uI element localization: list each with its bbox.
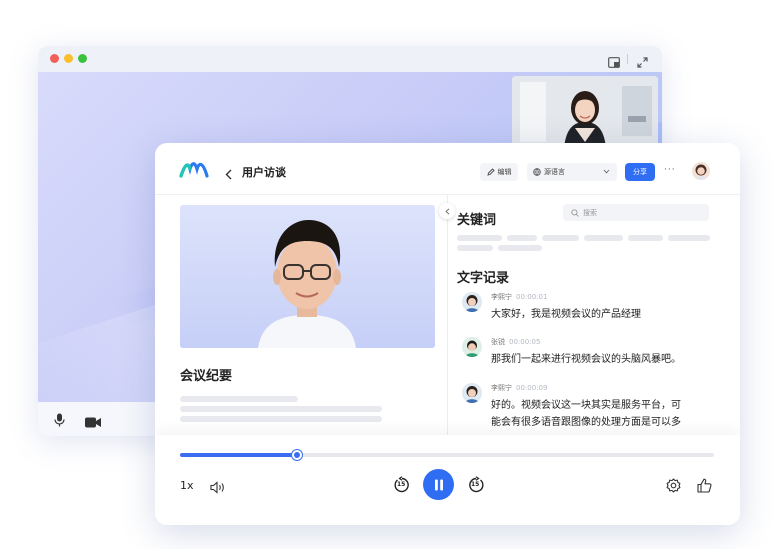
keyword-chip: [628, 235, 663, 241]
share-button[interactable]: 分享: [625, 163, 655, 181]
progress-handle[interactable]: [292, 450, 303, 460]
back-chevron-icon[interactable]: [225, 165, 232, 184]
stage: 用户访谈 编辑 源语言 分享 ··· 会议纪要 关键词 搜索 文字记录 李熙宁 …: [0, 0, 779, 549]
transcript-line: 好的。视频会议这一块其实是服务平台，可: [491, 400, 681, 411]
transcript-line: 那我们一起来进行视频会议的头脑风暴吧。: [491, 354, 681, 365]
playback-speed-button[interactable]: 1x: [180, 479, 194, 492]
participant-avatar-image: [512, 76, 658, 148]
speaker-name: 张锐 00:00:05: [491, 337, 540, 347]
participant-video-thumbnail[interactable]: [512, 76, 658, 148]
window-header: 用户访谈 编辑 源语言 分享 ···: [155, 143, 740, 195]
share-button-label: 分享: [633, 168, 647, 176]
separator: [627, 54, 628, 64]
transcript-window: 用户访谈 编辑 源语言 分享 ··· 会议纪要 关键词 搜索 文字记录 李熙宁 …: [155, 143, 740, 525]
keyword-chip: [507, 235, 537, 241]
keywords-title: 关键词: [457, 213, 497, 228]
keyword-chip: [457, 245, 493, 251]
speaker-name: 李熙宁 00:00:01: [491, 292, 547, 302]
progress-fill: [180, 453, 298, 457]
keyword-chip: [668, 235, 710, 241]
more-options-icon[interactable]: ···: [664, 165, 676, 175]
keyword-chip: [584, 235, 623, 241]
rewind-seconds: 15: [397, 481, 406, 488]
maximize-window-dot[interactable]: [78, 54, 87, 63]
forward-seconds: 15: [471, 481, 480, 488]
keyword-chip: [542, 235, 579, 241]
search-input[interactable]: 搜索: [563, 204, 709, 221]
playback-bar: 1x 15 15: [155, 435, 740, 525]
search-icon: [571, 208, 579, 217]
speaker-video[interactable]: [180, 205, 435, 348]
globe-icon: [533, 168, 541, 176]
speaker-name: 李熙宁 00:00:09: [491, 383, 547, 393]
minutes-title: 会议纪要: [180, 369, 233, 384]
language-select[interactable]: 源语言: [527, 163, 617, 181]
layout-icon[interactable]: [608, 53, 620, 68]
placeholder-line: [180, 396, 298, 402]
volume-icon[interactable]: [210, 479, 226, 498]
right-panel: 关键词 搜索 文字记录 李熙宁 00:00:01 大家好，我是视频会议的产品经理: [448, 195, 740, 435]
thumbs-up-icon[interactable]: [697, 478, 712, 497]
transcript-line: 大家好，我是视频会议的产品经理: [491, 309, 641, 320]
speaker-name-text: 李熙宁: [491, 384, 512, 392]
transcript-line: 能会有很多语音跟图像的处理方面是可以多: [491, 417, 681, 428]
speaker-avatar: [462, 292, 482, 312]
edit-button[interactable]: 编辑: [480, 163, 518, 181]
left-panel: 会议纪要: [155, 195, 447, 435]
settings-gear-icon[interactable]: [666, 478, 681, 497]
progress-track[interactable]: [180, 450, 714, 460]
close-window-dot[interactable]: [50, 54, 59, 63]
edit-button-label: 编辑: [497, 168, 512, 176]
search-placeholder: 搜索: [583, 208, 597, 217]
placeholder-line: [180, 406, 382, 412]
language-select-value: 源语言: [544, 168, 565, 176]
app-logo-icon: [179, 160, 209, 182]
speaker-name-text: 张锐: [491, 338, 505, 346]
camera-icon[interactable]: [85, 413, 101, 432]
chevron-down-icon: [603, 169, 610, 174]
pencil-icon: [486, 168, 495, 176]
transcript-title: 文字记录: [457, 271, 510, 286]
minimize-window-dot[interactable]: [64, 54, 73, 63]
placeholder-line: [180, 416, 382, 422]
pause-icon: [434, 479, 443, 490]
entry-timestamp: 00:00:01: [516, 293, 548, 301]
entry-timestamp: 00:00:09: [516, 384, 548, 392]
keyword-chip: [498, 245, 542, 251]
speaker-avatar: [462, 337, 482, 357]
user-avatar[interactable]: [692, 162, 710, 180]
entry-timestamp: 00:00:05: [509, 338, 541, 346]
speaker-name-text: 李熙宁: [491, 293, 512, 301]
fullscreen-icon[interactable]: [637, 53, 648, 68]
forward-button[interactable]: 15: [467, 476, 485, 494]
keyword-chip: [457, 235, 502, 241]
pause-button[interactable]: [423, 469, 454, 500]
speaker-avatar: [462, 383, 482, 403]
rewind-button[interactable]: 15: [393, 476, 411, 494]
background-titlebar: [38, 46, 662, 72]
speaker-avatar-image: [180, 205, 435, 348]
microphone-icon[interactable]: [54, 412, 65, 431]
page-title: 用户访谈: [242, 166, 286, 179]
